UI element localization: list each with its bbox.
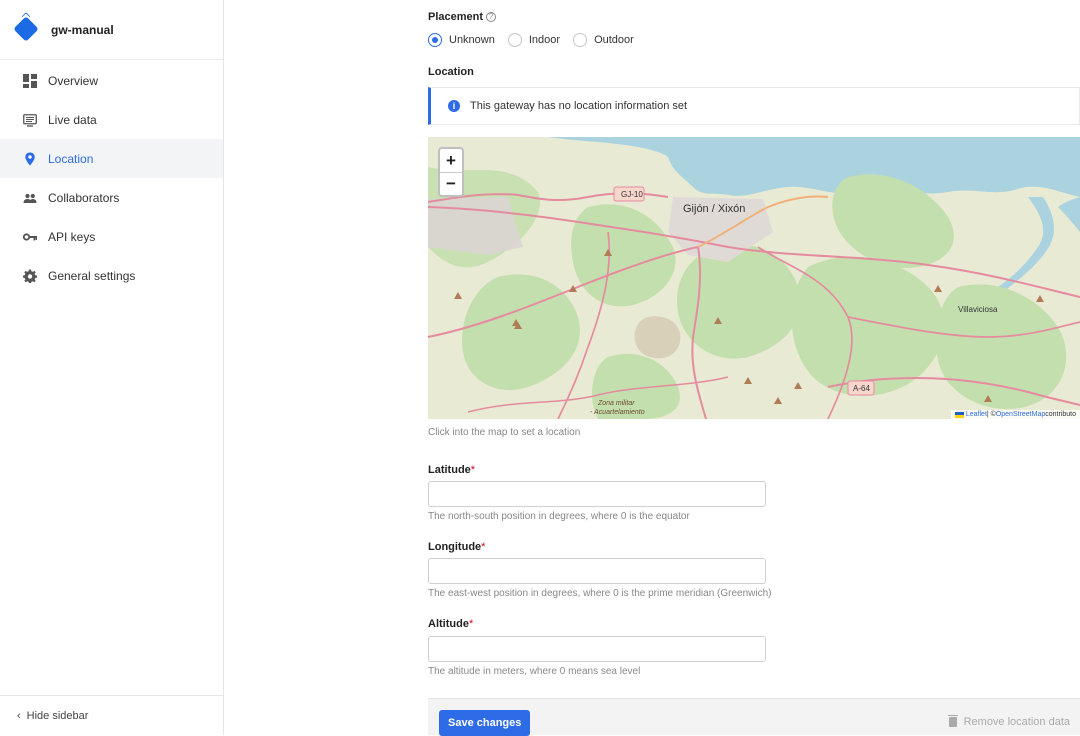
info-icon: i bbox=[448, 100, 460, 112]
radio-outdoor[interactable]: Outdoor bbox=[573, 33, 634, 47]
radio-button-checked[interactable] bbox=[428, 33, 442, 47]
sidebar-item-overview[interactable]: Overview bbox=[0, 61, 223, 100]
openstreetmap-link[interactable]: OpenStreetMap bbox=[996, 411, 1045, 418]
leaflet-link[interactable]: Leaflet bbox=[966, 411, 987, 418]
zoom-in-button[interactable]: + bbox=[440, 149, 462, 172]
latitude-label: Latitude * bbox=[428, 464, 475, 476]
sidebar-item-collaborators[interactable]: Collaborators bbox=[0, 178, 223, 217]
location-title: Location bbox=[428, 66, 474, 78]
map-road-label-gj10: GJ-10 bbox=[621, 190, 643, 199]
longitude-help: The east-west position in degrees, where… bbox=[428, 588, 772, 599]
radio-label: Indoor bbox=[528, 34, 561, 46]
attribution-tail: contributo bbox=[1045, 411, 1076, 418]
map-zone-label-2: - Acuartelamiento bbox=[590, 409, 645, 416]
radio-unknown[interactable]: Unknown bbox=[428, 33, 495, 47]
zoom-control: + − bbox=[438, 147, 464, 197]
attribution-separator: | © bbox=[986, 411, 996, 418]
radio-button[interactable] bbox=[507, 33, 522, 47]
latitude-input[interactable] bbox=[428, 481, 766, 507]
location-form: Placement ? Unknown Indoor Outdoor Locat… bbox=[428, 0, 1080, 736]
ukraine-flag-icon bbox=[954, 411, 964, 418]
chevron-left-icon: ‹ bbox=[17, 709, 21, 722]
latitude-help: The north-south position in degrees, whe… bbox=[428, 511, 690, 522]
map-tiles[interactable]: Gijón / Xixón Villaviciosa Zona militar … bbox=[428, 137, 1080, 419]
radio-label: Outdoor bbox=[594, 34, 634, 46]
map-zone-label: Zona militar bbox=[597, 400, 635, 407]
sidebar-item-live-data[interactable]: Live data bbox=[0, 100, 223, 139]
sidebar-item-label: API keys bbox=[48, 229, 96, 244]
altitude-label-text: Altitude bbox=[428, 618, 469, 630]
remove-location-label: Remove location data bbox=[963, 716, 1070, 728]
radio-label: Unknown bbox=[449, 34, 495, 46]
placement-title: Placement ? bbox=[428, 11, 497, 23]
sidebar-item-label: Live data bbox=[48, 112, 97, 127]
sidebar-item-location[interactable]: Location bbox=[0, 139, 223, 178]
map-town-label: Villaviciosa bbox=[958, 305, 998, 314]
gateway-logo-icon bbox=[13, 15, 39, 42]
radio-indoor[interactable]: Indoor bbox=[507, 33, 561, 47]
sidebar-item-api-keys[interactable]: API keys bbox=[0, 217, 223, 256]
sidebar-item-label: General settings bbox=[48, 268, 136, 283]
collaborators-group-icon bbox=[23, 191, 37, 205]
gear-icon bbox=[23, 269, 37, 283]
longitude-input[interactable] bbox=[428, 558, 766, 584]
map-attribution: Leaflet | © OpenStreetMap contributo bbox=[950, 410, 1080, 419]
placement-label: Placement bbox=[428, 11, 484, 23]
altitude-help: The altitude in meters, where 0 means se… bbox=[428, 666, 641, 677]
latitude-label-text: Latitude bbox=[428, 464, 471, 476]
sidebar-nav: Overview Live data Location Collaborator… bbox=[0, 60, 223, 295]
info-message: This gateway has no location information… bbox=[470, 100, 688, 112]
location-pin-icon bbox=[23, 152, 37, 166]
sidebar-item-label: Overview bbox=[48, 73, 99, 88]
sidebar-item-general-settings[interactable]: General settings bbox=[0, 256, 223, 295]
form-footer: Save changes Remove location data bbox=[428, 698, 1080, 736]
map[interactable]: Gijón / Xixón Villaviciosa Zona militar … bbox=[428, 137, 1080, 419]
altitude-input[interactable] bbox=[428, 636, 766, 662]
save-changes-button[interactable]: Save changes bbox=[439, 710, 531, 736]
sidebar-item-label: Location bbox=[48, 151, 94, 166]
required-marker: * bbox=[481, 541, 486, 553]
map-road-label-a64: A-64 bbox=[853, 384, 870, 393]
overview-grid-icon bbox=[23, 73, 37, 88]
required-marker: * bbox=[470, 464, 476, 476]
key-icon bbox=[23, 230, 37, 244]
map-help-text: Click into the map to set a location bbox=[428, 427, 581, 438]
trash-icon bbox=[947, 715, 958, 727]
longitude-label: Longitude * bbox=[428, 541, 485, 553]
live-data-monitor-icon bbox=[23, 113, 37, 127]
sidebar-item-label: Collaborators bbox=[48, 190, 120, 205]
hide-sidebar-button[interactable]: ‹ Hide sidebar bbox=[0, 695, 223, 735]
required-marker: * bbox=[468, 618, 474, 630]
radio-button[interactable] bbox=[573, 33, 588, 47]
zoom-out-button[interactable]: − bbox=[440, 172, 462, 195]
help-question-icon[interactable]: ? bbox=[486, 12, 497, 22]
longitude-label-text: Longitude bbox=[428, 541, 482, 553]
map-city-label: Gijón / Xixón bbox=[683, 203, 745, 215]
sidebar: gw-manual Overview Live data Location Co… bbox=[0, 0, 224, 735]
gateway-name: gw-manual bbox=[51, 22, 114, 37]
brand[interactable]: gw-manual bbox=[0, 0, 223, 60]
remove-location-button[interactable]: Remove location data bbox=[947, 715, 1070, 728]
altitude-label: Altitude * bbox=[428, 618, 473, 630]
info-notification: i This gateway has no location informati… bbox=[428, 87, 1080, 125]
placement-radio-group: Unknown Indoor Outdoor bbox=[428, 33, 647, 47]
hide-sidebar-label: Hide sidebar bbox=[26, 709, 89, 722]
